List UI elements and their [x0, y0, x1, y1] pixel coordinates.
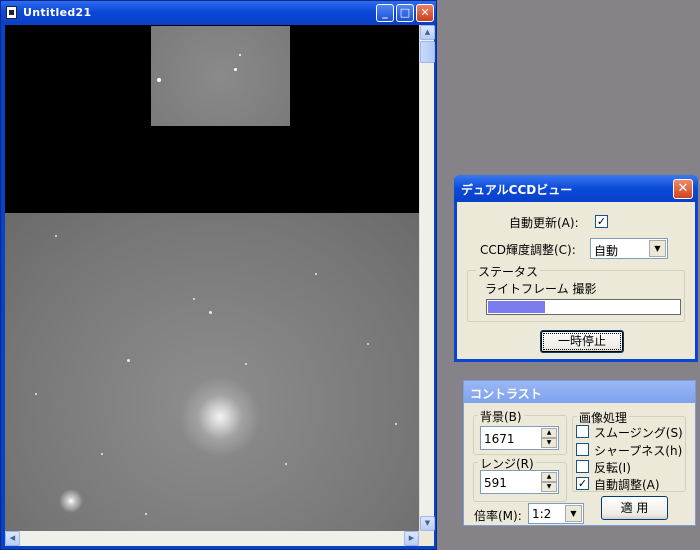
star — [367, 343, 369, 345]
ccd-image-canvas[interactable] — [5, 25, 419, 531]
ccd-brightness-label: CCD輝度調整(C): — [480, 243, 576, 257]
contrast-title: コントラスト — [470, 387, 542, 401]
image-window-titlebar[interactable]: Untitled21 _ □ ✕ — [1, 1, 436, 25]
pause-button[interactable]: 一時停止 — [540, 330, 624, 353]
window-title: Untitled21 — [23, 6, 92, 19]
dialog-title: デュアルCCDビュー — [461, 183, 573, 197]
star — [239, 54, 241, 56]
dual-ccd-body: 自動更新(A): ✓ CCD輝度調整(C): 自動 ▼ ステータス ライトフレー… — [457, 202, 695, 359]
zoom-value: 1:2 — [532, 507, 552, 521]
chevron-down-icon[interactable]: ▼ — [649, 240, 666, 257]
document-icon — [6, 6, 17, 19]
background-value: 1671 — [484, 432, 515, 446]
status-group-label: ステータス — [476, 263, 541, 280]
image-window: Untitled21 _ □ ✕ ▲ ▼ ◀ ▶ — [0, 0, 437, 550]
contrast-titlebar[interactable]: コントラスト — [464, 381, 695, 403]
smoothing-checkbox[interactable] — [576, 425, 589, 438]
star — [55, 235, 57, 237]
image-processing-group: 画像処理 スムージング(S) シャープネス(h) 反転(I) ✓ 自動調整(A) — [572, 409, 686, 492]
star — [127, 359, 130, 362]
capture-progress-bar — [486, 299, 681, 315]
vertical-scroll-thumb[interactable] — [420, 41, 435, 63]
star — [193, 298, 195, 300]
vertical-scrollbar[interactable]: ▲ ▼ — [419, 25, 435, 531]
star — [145, 513, 147, 515]
progress-fill — [488, 301, 545, 313]
zoom-label: 倍率(M): — [474, 509, 522, 523]
spin-down-icon[interactable]: ▼ — [541, 438, 557, 448]
scroll-left-icon[interactable]: ◀ — [5, 531, 20, 546]
range-spinbox[interactable]: 591 ▲ ▼ — [480, 470, 559, 494]
guider-thumbnail-image — [151, 26, 290, 126]
star — [234, 68, 237, 71]
star — [285, 463, 287, 465]
star — [395, 423, 397, 425]
invert-label: 反転(I) — [594, 461, 631, 475]
chevron-down-icon[interactable]: ▼ — [565, 505, 582, 522]
status-text: ライトフレーム 撮影 — [485, 282, 597, 296]
dual-ccd-titlebar[interactable]: デュアルCCDビュー ✕ — [454, 175, 698, 202]
scroll-up-icon[interactable]: ▲ — [420, 25, 435, 40]
close-button[interactable]: ✕ — [416, 4, 434, 22]
background-spinbox[interactable]: 1671 ▲ ▼ — [480, 426, 559, 450]
star — [35, 393, 37, 395]
star — [157, 78, 161, 82]
contrast-dialog: コントラスト 背景(B) 1671 ▲ ▼ レンジ(R) 591 ▲ ▼ 画像処… — [463, 380, 696, 526]
maximize-button[interactable]: □ — [396, 4, 414, 22]
spin-up-icon[interactable]: ▲ — [541, 472, 557, 482]
sharpness-checkbox[interactable] — [576, 443, 589, 456]
scroll-right-icon[interactable]: ▶ — [404, 531, 419, 546]
star — [209, 311, 212, 314]
zoom-select[interactable]: 1:2 ▼ — [528, 503, 584, 524]
invert-checkbox[interactable] — [576, 460, 589, 473]
horizontal-scrollbar[interactable]: ◀ ▶ — [5, 531, 419, 546]
star — [245, 363, 247, 365]
status-group: ステータス ライトフレーム 撮影 — [467, 263, 685, 322]
sharpness-label: シャープネス(h) — [594, 444, 683, 458]
auto-update-checkbox[interactable]: ✓ — [595, 215, 608, 228]
main-starfield-image — [5, 213, 419, 531]
ccd-brightness-value: 自動 — [594, 244, 619, 258]
auto-update-label: 自動更新(A): — [509, 216, 579, 230]
spin-down-icon[interactable]: ▼ — [541, 482, 557, 492]
background-label: 背景(B) — [478, 408, 524, 425]
ccd-brightness-select[interactable]: 自動 ▼ — [590, 238, 668, 259]
scrollbar-corner — [419, 531, 434, 546]
range-value: 591 — [484, 476, 507, 490]
scroll-down-icon[interactable]: ▼ — [420, 516, 435, 531]
apply-button[interactable]: 適 用 — [601, 496, 668, 520]
smoothing-label: スムージング(S) — [594, 426, 683, 440]
dialog-close-button[interactable]: ✕ — [673, 179, 693, 199]
dual-ccd-view-dialog: デュアルCCDビュー ✕ 自動更新(A): ✓ CCD輝度調整(C): 自動 ▼… — [454, 175, 698, 362]
auto-adjust-checkbox[interactable]: ✓ — [576, 477, 589, 490]
auto-adjust-label: 自動調整(A) — [594, 478, 660, 492]
minimize-button[interactable]: _ — [376, 4, 394, 22]
star — [101, 453, 103, 455]
spin-up-icon[interactable]: ▲ — [541, 428, 557, 438]
star — [315, 273, 317, 275]
